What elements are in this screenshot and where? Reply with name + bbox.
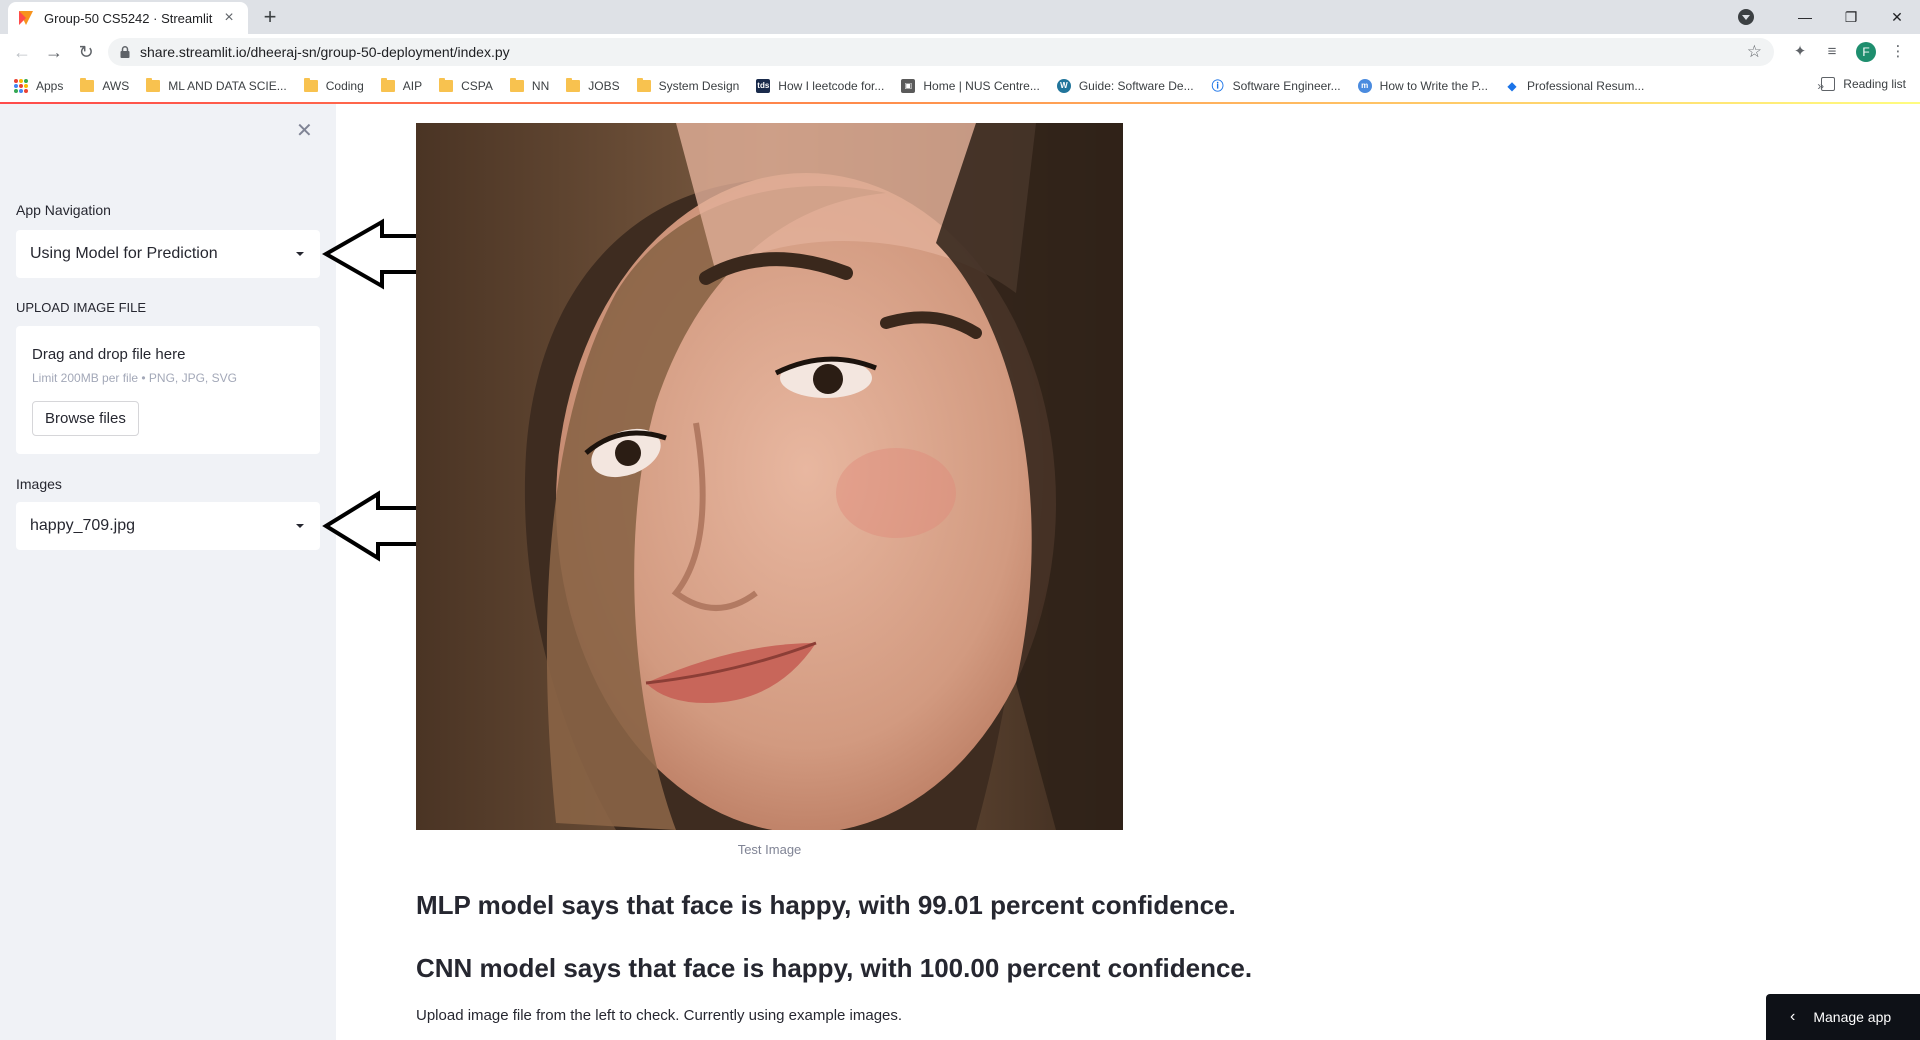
cnn-result-heading: CNN model says that face is happy, with …	[416, 953, 1253, 983]
dropzone-limit: Limit 200MB per file • PNG, JPG, SVG	[32, 371, 237, 385]
reading-list-button[interactable]: Reading list	[1821, 77, 1906, 91]
back-icon[interactable]: ←	[10, 40, 34, 64]
bookmark-label: JOBS	[588, 79, 620, 93]
bookmark-label: How I leetcode for...	[778, 79, 885, 93]
extensions-icon[interactable]: ✦	[1788, 40, 1812, 64]
images-select[interactable]: happy_709.jpg	[16, 502, 320, 550]
bookmark-folder[interactable]: NN	[509, 78, 550, 93]
dropzone-title: Drag and drop file here	[32, 346, 186, 363]
browse-files-button[interactable]: Browse files	[32, 401, 139, 436]
reading-list-label: Reading list	[1843, 77, 1906, 91]
minimize-icon[interactable]: —	[1782, 9, 1828, 25]
folder-icon	[636, 78, 651, 92]
bookmark-label: AIP	[402, 79, 423, 93]
chevron-down-icon	[296, 524, 304, 528]
folder-icon	[380, 78, 395, 92]
bookmark-link[interactable]: ⓘ Software Engineer...	[1210, 79, 1341, 93]
restore-icon[interactable]: ❐	[1828, 9, 1874, 26]
wordpress-icon: W	[1056, 79, 1071, 93]
chevron-down-icon	[296, 252, 304, 256]
sidebar-close-icon[interactable]: ✕	[296, 118, 313, 143]
folder-icon	[146, 78, 161, 92]
folder-icon	[566, 78, 581, 92]
bookmark-folder[interactable]: Coding	[303, 78, 364, 93]
reading-list-icon	[1821, 77, 1836, 91]
new-tab-button[interactable]: +	[258, 4, 282, 30]
address-bar[interactable]: share.streamlit.io/dheeraj-sn/group-50-d…	[108, 38, 1774, 66]
folder-icon	[303, 78, 318, 92]
reload-icon[interactable]: ↻	[74, 40, 98, 64]
folder-icon	[439, 78, 454, 92]
tab-search-icon[interactable]	[1738, 9, 1754, 25]
bookmark-label: Guide: Software De...	[1078, 79, 1194, 93]
bookmark-folder[interactable]: AIP	[380, 78, 423, 93]
bookmark-folder[interactable]: CSPA	[439, 78, 493, 93]
streamlit-favicon-icon	[19, 11, 33, 25]
bookmark-link[interactable]: tds How I leetcode for...	[756, 79, 884, 93]
tds-site-icon: tds	[756, 79, 771, 93]
tab-close-icon[interactable]: ×	[220, 9, 238, 27]
app-navigation-select[interactable]: Using Model for Prediction	[16, 230, 320, 278]
folder-icon	[80, 78, 95, 92]
bookmark-label: ML AND DATA SCIE...	[168, 79, 287, 93]
sidebar: ✕ App Navigation Using Model for Predict…	[0, 104, 336, 1040]
folder-icon	[509, 78, 524, 92]
window-close-icon[interactable]: ✕	[1874, 9, 1920, 26]
bookmark-label: AWS	[102, 79, 130, 93]
bookmark-folder[interactable]: System Design	[636, 78, 740, 93]
browser-toolbar: ← → ↻ share.streamlit.io/dheeraj-sn/grou…	[0, 34, 1920, 70]
bookmarks-bar: Apps AWS ML AND DATA SCIE... Coding AIP …	[0, 70, 1920, 102]
manage-app-label: Manage app	[1813, 1009, 1892, 1025]
info-site-icon: ⓘ	[1210, 79, 1225, 93]
bookmark-label: Professional Resum...	[1526, 79, 1645, 93]
tab-title: Group-50 CS5242 · Streamlit	[44, 10, 213, 26]
bookmark-link[interactable]: ◆ Professional Resum...	[1504, 79, 1645, 93]
bookmark-link[interactable]: ▣ Home | NUS Centre...	[901, 79, 1040, 93]
lock-icon	[120, 46, 130, 58]
bookmark-label: How to Write the P...	[1379, 79, 1488, 93]
browser-tab-bar: Group-50 CS5242 · Streamlit × + — ❐ ✕	[0, 0, 1920, 34]
images-label: Images	[16, 476, 62, 492]
bookmark-label: CSPA	[461, 79, 493, 93]
bookmark-label: System Design	[658, 79, 740, 93]
test-image	[416, 123, 1123, 830]
bookmark-star-icon[interactable]: ☆	[1747, 42, 1762, 62]
images-select-value: happy_709.jpg	[30, 517, 135, 534]
bookmark-link[interactable]: W Guide: Software De...	[1056, 79, 1194, 93]
url-text: share.streamlit.io/dheeraj-sn/group-50-d…	[140, 44, 510, 60]
app-navigation-value: Using Model for Prediction	[30, 245, 218, 262]
profile-avatar[interactable]: F	[1856, 42, 1876, 62]
bookmark-folder[interactable]: JOBS	[566, 78, 620, 93]
media-queue-icon[interactable]: ≡	[1820, 40, 1844, 64]
forward-icon[interactable]: →	[42, 40, 66, 64]
chevron-left-icon: ‹	[1790, 1008, 1796, 1025]
bookmark-label: Home | NUS Centre...	[923, 79, 1040, 93]
browser-tab[interactable]: Group-50 CS5242 · Streamlit ×	[8, 2, 248, 34]
file-dropzone[interactable]: Drag and drop file here Limit 200MB per …	[16, 326, 320, 454]
bookmark-apps[interactable]: Apps	[14, 79, 63, 93]
instructions-text: Upload image file from the left to check…	[416, 1007, 903, 1024]
menu-kebab-icon[interactable]: ⋮	[1886, 40, 1910, 64]
mlp-result-heading: MLP model says that face is happy, with …	[416, 890, 1236, 920]
bookmark-label: Coding	[325, 79, 364, 93]
window-controls: — ❐ ✕	[1738, 0, 1920, 34]
bookmark-folder[interactable]: ML AND DATA SCIE...	[146, 78, 287, 93]
apps-grid-icon	[14, 79, 28, 93]
app-navigation-label: App Navigation	[16, 202, 111, 218]
bookmark-label: NN	[531, 79, 550, 93]
medium-site-icon: m	[1357, 79, 1372, 93]
resume-site-icon: ◆	[1504, 79, 1519, 93]
bookmark-label: Apps	[36, 79, 64, 93]
bookmark-link[interactable]: m How to Write the P...	[1357, 79, 1488, 93]
bookmark-folder[interactable]: AWS	[80, 78, 130, 93]
bookmark-label: Software Engineer...	[1232, 79, 1341, 93]
nus-crest-icon: ▣	[901, 79, 916, 93]
upload-image-label: UPLOAD IMAGE FILE	[16, 300, 147, 315]
image-caption: Test Image	[737, 842, 802, 857]
manage-app-button[interactable]: ‹ Manage app	[1766, 994, 1920, 1040]
